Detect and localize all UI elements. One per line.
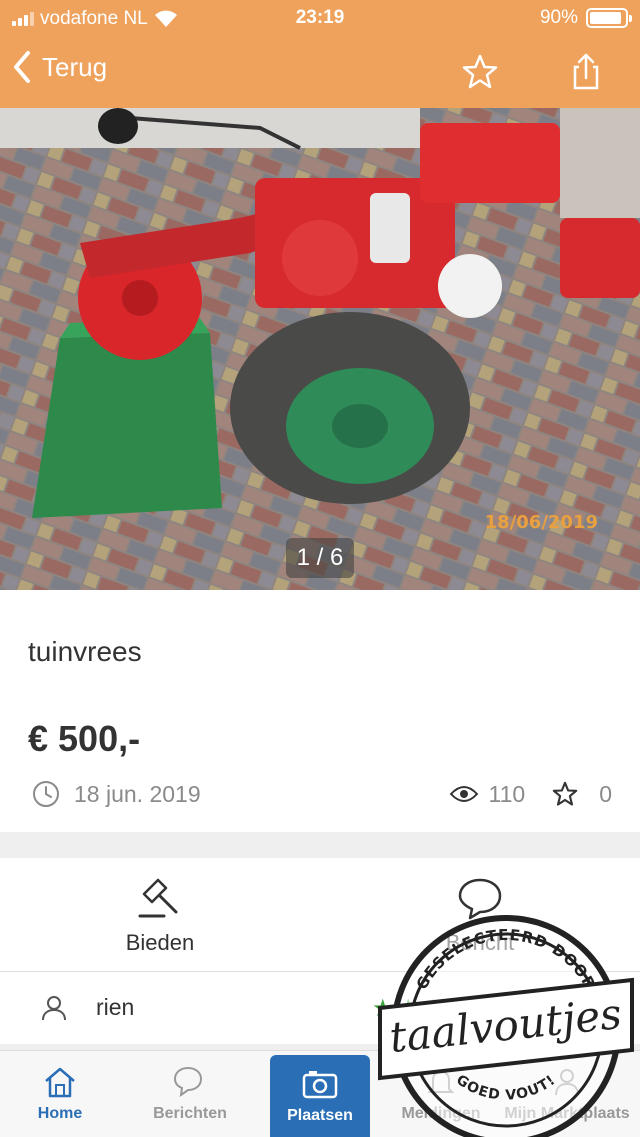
chevron-left-icon bbox=[14, 51, 30, 83]
chat-bubble-icon bbox=[458, 878, 502, 920]
rating-star-icon: ★ bbox=[474, 995, 496, 1022]
listing-stats: 110 0 bbox=[449, 780, 612, 808]
tiller-photo: 18/06/2019 bbox=[0, 108, 640, 590]
seller-rating: ★ ★ ★ ★ ★ bbox=[372, 994, 496, 1023]
chevron-right-icon: › bbox=[603, 994, 612, 1024]
message-label: Bericht bbox=[445, 930, 515, 955]
tab-home[interactable]: Home bbox=[0, 1051, 120, 1137]
message-button[interactable]: Bericht bbox=[380, 876, 580, 956]
tab-home-label: Home bbox=[37, 1105, 83, 1122]
bell-icon bbox=[427, 1070, 455, 1093]
bid-label: Bieden bbox=[125, 930, 195, 955]
user-icon bbox=[555, 1069, 579, 1096]
listing-date: 18 jun. 2019 bbox=[32, 780, 201, 808]
nav-bar: Terug bbox=[0, 36, 640, 108]
rating-star-icon: ★ bbox=[397, 995, 420, 1022]
photo-date-stamp: 18/06/2019 bbox=[485, 512, 598, 533]
back-button[interactable]: Terug bbox=[12, 50, 107, 84]
back-label: Terug bbox=[42, 51, 108, 82]
listing-title: tuinvrees bbox=[28, 636, 142, 667]
status-bar: vodafone NL 23:19 90% bbox=[0, 0, 640, 36]
gavel-icon bbox=[138, 878, 178, 918]
date-label: 18 jun. 2019 bbox=[74, 780, 201, 807]
tab-place[interactable]: Plaatsen bbox=[270, 1055, 370, 1137]
top-bar: vodafone NL 23:19 90% Terug bbox=[0, 0, 640, 108]
seller-row[interactable]: rien ★ ★ ★ ★ ★ › bbox=[0, 972, 640, 1044]
favorite-star-icon[interactable] bbox=[460, 52, 500, 92]
tab-messages[interactable]: Berichten bbox=[130, 1051, 250, 1137]
camera-icon bbox=[302, 1071, 338, 1099]
favorites-count: 0 bbox=[599, 780, 612, 807]
listing-photo[interactable]: 18/06/2019 bbox=[0, 108, 640, 590]
rating-star-icon: ★ bbox=[372, 995, 394, 1022]
battery-icon bbox=[586, 8, 632, 28]
listing-price: € 500,- bbox=[28, 718, 141, 759]
tab-place-label: Plaatsen bbox=[287, 1107, 353, 1124]
tab-notifications[interactable]: Meldingen bbox=[392, 1051, 490, 1137]
tab-my-marktplaats[interactable]: Mijn Marktplaats bbox=[494, 1051, 640, 1137]
tab-bar: Home Berichten Plaatsen Meldingen Mijn M… bbox=[0, 1050, 640, 1137]
listing-meta: 18 jun. 2019 110 0 bbox=[32, 780, 612, 810]
action-row: Bieden Bericht bbox=[0, 858, 640, 972]
chat-icon bbox=[173, 1066, 203, 1098]
user-icon bbox=[42, 996, 66, 1021]
tab-messages-label: Berichten bbox=[153, 1105, 227, 1122]
home-icon bbox=[45, 1067, 75, 1098]
views-count: 110 bbox=[488, 780, 526, 807]
rating-star-icon: ★ bbox=[423, 995, 445, 1022]
eye-icon bbox=[449, 786, 478, 802]
star-outline-icon bbox=[552, 781, 578, 806]
seller-name: rien bbox=[96, 994, 135, 1020]
battery-percent: 90% bbox=[539, 7, 578, 28]
bid-button[interactable]: Bieden bbox=[60, 876, 260, 956]
photo-counter: 1 / 6 bbox=[286, 538, 354, 578]
clock-icon bbox=[33, 781, 59, 807]
tab-notifications-label: Meldingen bbox=[401, 1105, 481, 1122]
status-right: 90% bbox=[539, 7, 632, 29]
rating-star-icon: ★ bbox=[448, 995, 471, 1022]
share-icon[interactable] bbox=[566, 52, 606, 92]
tab-my-label: Mijn Marktplaats bbox=[504, 1105, 630, 1122]
listing-info: tuinvrees € 500,- 18 jun. 2019 110 0 bbox=[0, 590, 640, 832]
